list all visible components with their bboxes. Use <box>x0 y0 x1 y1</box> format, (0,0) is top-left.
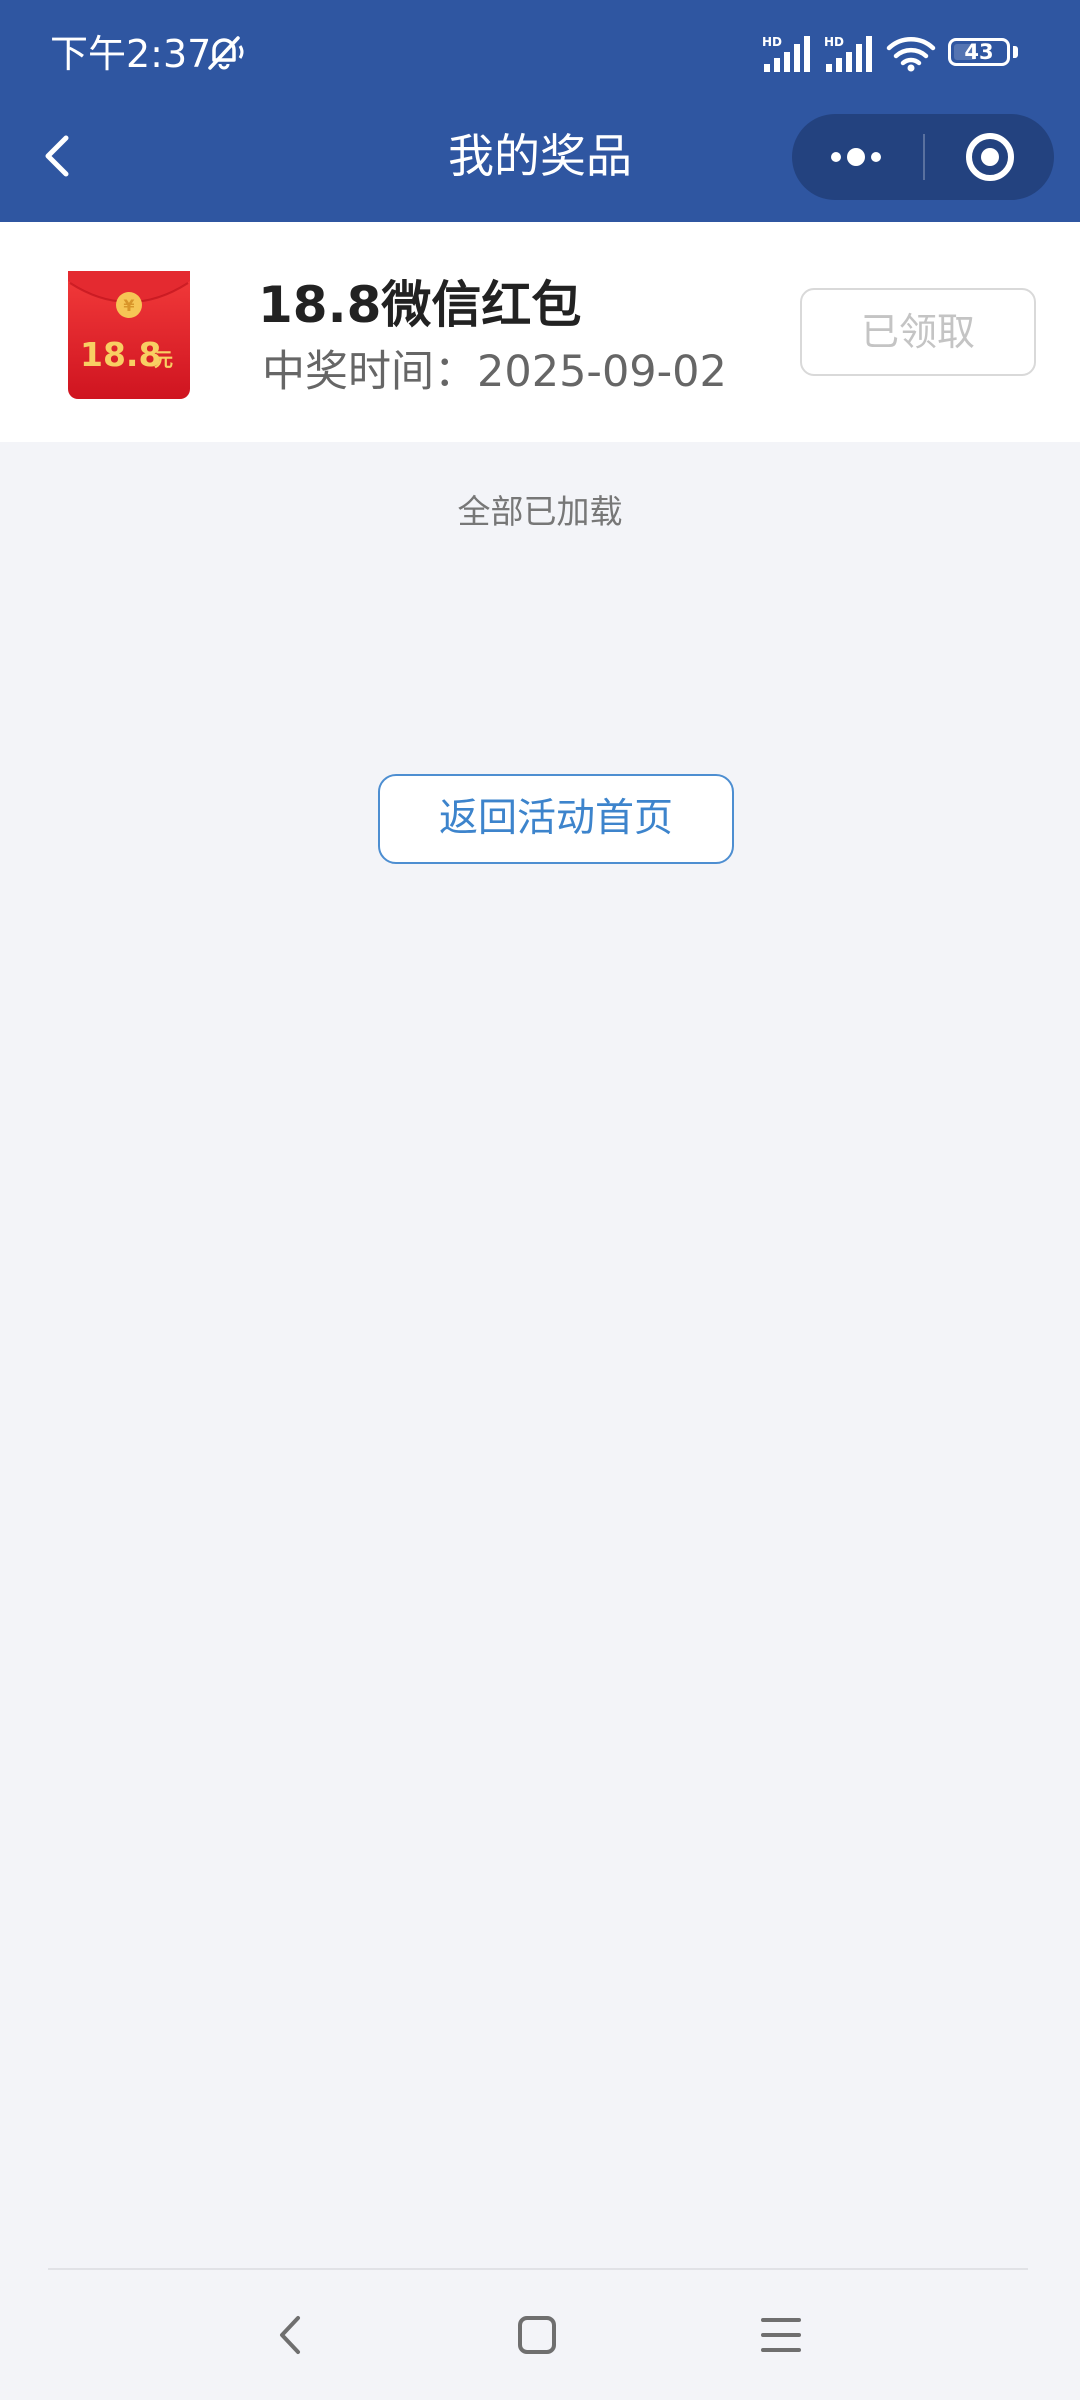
header-bar: 下午2:37 HD HD 43 我的奖品 <box>0 0 1080 222</box>
target-close-icon[interactable] <box>924 114 1054 200</box>
status-time: 下午2:37 <box>50 32 212 76</box>
wifi-icon <box>886 37 936 72</box>
hd-signal-icon: HD <box>762 35 810 72</box>
mini-program-capsule <box>792 114 1054 200</box>
battery-icon: 43 <box>948 38 1010 66</box>
svg-text:¥: ¥ <box>123 296 134 315</box>
system-back-icon[interactable] <box>270 2310 310 2360</box>
all-loaded-text: 全部已加载 <box>457 492 623 531</box>
prize-win-date: 中奖时间：2025-09-02 <box>262 347 727 397</box>
more-dots-icon[interactable] <box>792 114 922 200</box>
system-menu-icon[interactable] <box>756 2310 806 2360</box>
mute-icon <box>208 36 244 70</box>
claimed-status-button[interactable]: 已领取 <box>800 288 1036 376</box>
prize-list-item: ¥ 18.8 元 18.8微信红包 中奖时间：2025-09-02 已领取 <box>0 222 1080 442</box>
red-packet-unit: 元 <box>154 349 173 371</box>
system-home-icon[interactable] <box>512 2310 562 2360</box>
battery-percent: 43 <box>964 40 994 64</box>
hd-signal-icon: HD <box>824 35 872 72</box>
red-packet-image: ¥ 18.8 元 <box>68 271 190 399</box>
svg-text:HD: HD <box>762 35 782 49</box>
svg-text:HD: HD <box>824 35 844 49</box>
prize-name: 18.8微信红包 <box>258 276 582 334</box>
battery-tip <box>1013 46 1018 58</box>
return-home-button[interactable]: 返回活动首页 <box>378 774 734 864</box>
red-packet-amount: 18.8 <box>80 335 161 374</box>
nav-divider <box>48 2268 1028 2270</box>
screen: 下午2:37 HD HD 43 我的奖品 ¥ 18.8 元 18.8微信红包 中… <box>0 0 1080 2400</box>
